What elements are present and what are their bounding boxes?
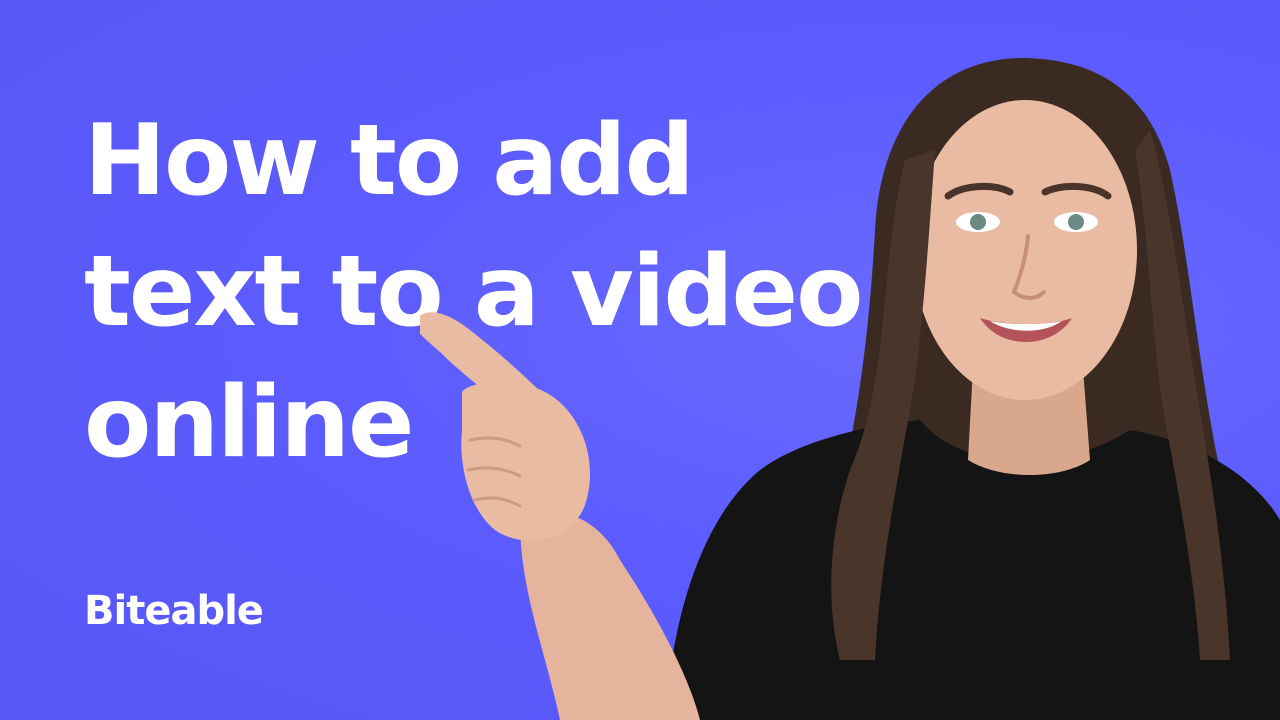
video-thumbnail: How to add text to a video online Biteab…	[0, 0, 1280, 720]
biteable-logo: Biteable	[84, 588, 264, 634]
right-iris	[1068, 214, 1084, 230]
presenter-photo	[420, 58, 1280, 720]
arm	[520, 512, 700, 720]
left-iris	[970, 214, 986, 230]
